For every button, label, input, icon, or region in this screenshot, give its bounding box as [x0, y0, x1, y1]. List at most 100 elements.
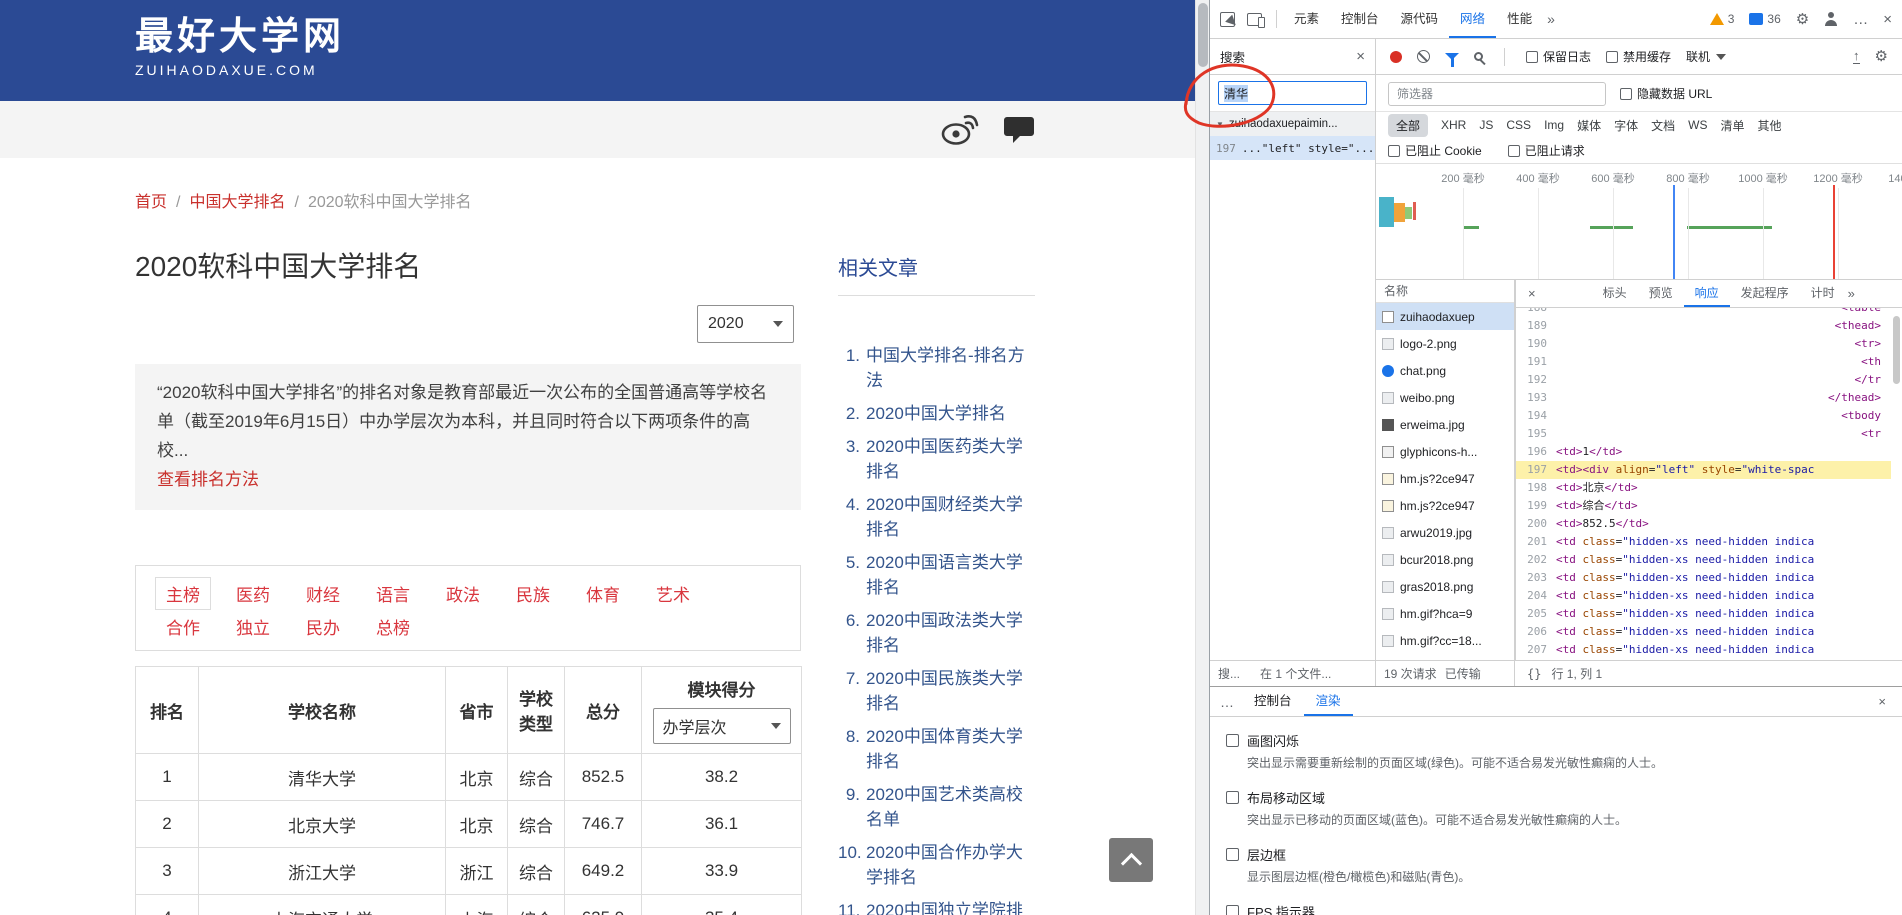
network-request-row[interactable]: zuihaodaxuep: [1376, 303, 1514, 330]
network-request-row[interactable]: arwu2019.jpg: [1376, 519, 1514, 546]
category-tab[interactable]: 医药: [236, 581, 270, 606]
network-request-row[interactable]: gras2018.png: [1376, 573, 1514, 600]
record-icon[interactable]: [1390, 50, 1402, 63]
expand-triangle-icon[interactable]: ▼: [1216, 120, 1224, 129]
network-request-row[interactable]: hm.js?2ce947: [1376, 492, 1514, 519]
filter-chip[interactable]: WS: [1688, 118, 1707, 132]
requests-name-header[interactable]: 名称: [1376, 280, 1514, 303]
preserve-log-checkbox[interactable]: [1526, 50, 1538, 63]
related-article-link[interactable]: 2. 2020中国大学排名: [838, 401, 1035, 426]
close-devtools-icon[interactable]: ×: [1883, 12, 1892, 27]
related-article-link[interactable]: 7. 2020中国民族类大学排名: [838, 666, 1035, 716]
network-request-row[interactable]: chat.png: [1376, 357, 1514, 384]
network-settings-gear-icon[interactable]: ⚙: [1875, 49, 1888, 64]
response-tab[interactable]: 标头: [1592, 280, 1638, 307]
chat-icon[interactable]: [1002, 114, 1036, 146]
filter-chip[interactable]: 字体: [1614, 117, 1638, 134]
close-drawer-icon[interactable]: ×: [1878, 694, 1886, 709]
devtools-tab[interactable]: 控制台: [1330, 0, 1390, 38]
breadcrumb-link[interactable]: 首页: [135, 194, 167, 211]
related-article-link[interactable]: 6. 2020中国政法类大学排名: [838, 608, 1035, 658]
drawer-more-icon[interactable]: …: [1220, 694, 1234, 710]
back-to-top-button[interactable]: [1109, 838, 1153, 882]
search-result-line[interactable]: 197 ..."left" style="...: [1210, 136, 1375, 160]
network-request-row[interactable]: glyphicons-h...: [1376, 438, 1514, 465]
category-tab[interactable]: 政法: [446, 581, 480, 606]
close-search-icon[interactable]: ×: [1356, 49, 1365, 64]
format-icon[interactable]: {}: [1527, 667, 1541, 681]
devtools-tab[interactable]: 性能: [1496, 0, 1543, 38]
filter-chip[interactable]: 文档: [1651, 117, 1675, 134]
search-result-file[interactable]: ▼ zuihaodaxuepaimin...: [1210, 112, 1375, 136]
category-tab[interactable]: 主榜: [155, 577, 211, 610]
filter-chip[interactable]: 媒体: [1577, 117, 1601, 134]
settings-gear-icon[interactable]: ⚙: [1796, 12, 1809, 27]
blocked-cookies-toggle[interactable]: 已阻止 Cookie: [1388, 142, 1482, 159]
devtools-tab[interactable]: 源代码: [1390, 0, 1450, 38]
related-article-link[interactable]: 9. 2020中国艺术类高校名单: [838, 782, 1035, 832]
related-article-link[interactable]: 5. 2020中国语言类大学排名: [838, 550, 1035, 600]
category-tab[interactable]: 民族: [516, 581, 550, 606]
blocked-cookies-checkbox[interactable]: [1388, 144, 1400, 157]
hide-data-urls-checkbox[interactable]: [1620, 87, 1632, 100]
response-tab[interactable]: 预览: [1638, 280, 1684, 307]
filter-chip[interactable]: 清单: [1720, 117, 1744, 134]
network-request-row[interactable]: hm.js?2ce947: [1376, 465, 1514, 492]
rendering-option-checkbox[interactable]: [1226, 791, 1239, 804]
scrollbar-thumb[interactable]: [1198, 3, 1208, 67]
filter-chip[interactable]: 全部: [1388, 113, 1429, 137]
response-scrollbar-thumb[interactable]: [1893, 316, 1900, 384]
ranking-method-link[interactable]: 查看排名方法: [157, 465, 259, 494]
rendering-option-checkbox[interactable]: [1226, 905, 1239, 915]
filter-chip[interactable]: Img: [1544, 118, 1564, 132]
site-logo[interactable]: 最好大学网 ZUIHAODAXUE.COM: [135, 15, 345, 78]
category-tab[interactable]: 民办: [306, 614, 340, 639]
inspect-element-icon[interactable]: [1220, 11, 1235, 27]
network-request-row[interactable]: logo-2.png: [1376, 330, 1514, 357]
breadcrumb-link[interactable]: 中国大学排名: [189, 194, 285, 211]
category-tab[interactable]: 语言: [376, 581, 410, 606]
network-request-row[interactable]: hm.gif?hca=9: [1376, 600, 1514, 627]
search-input[interactable]: 清华: [1218, 81, 1367, 105]
category-tab[interactable]: 合作: [166, 614, 200, 639]
preserve-log-toggle[interactable]: 保留日志: [1526, 48, 1591, 65]
throttling-select[interactable]: 联机: [1686, 48, 1727, 65]
close-details-icon[interactable]: ×: [1528, 286, 1536, 301]
year-select[interactable]: 2020: [697, 305, 794, 343]
response-code-area[interactable]: 188<table189<thead>190<tr>191<th192</tr1…: [1516, 308, 1902, 660]
related-article-link[interactable]: 8. 2020中国体育类大学排名: [838, 724, 1035, 774]
response-tab[interactable]: 响应: [1684, 280, 1730, 307]
filter-chip[interactable]: CSS: [1506, 118, 1531, 132]
page-scrollbar[interactable]: [1195, 0, 1209, 915]
devtools-tab[interactable]: 网络: [1449, 0, 1496, 38]
more-panels-icon[interactable]: »: [1547, 11, 1555, 27]
category-tab[interactable]: 财经: [306, 581, 340, 606]
related-article-link[interactable]: 3. 2020中国医药类大学排名: [838, 434, 1035, 484]
network-request-row[interactable]: bcur2018.png: [1376, 546, 1514, 573]
import-har-icon[interactable]: ↑: [1853, 49, 1860, 64]
network-filter-input[interactable]: 筛选器: [1388, 81, 1606, 106]
issues-badge[interactable]: 36: [1749, 12, 1781, 26]
hide-data-urls-toggle[interactable]: 隐藏数据 URL: [1620, 85, 1712, 102]
filter-chip[interactable]: JS: [1479, 118, 1493, 132]
network-request-row[interactable]: erweima.jpg: [1376, 411, 1514, 438]
warning-badge[interactable]: 3: [1709, 12, 1734, 26]
filter-icon[interactable]: [1445, 53, 1459, 67]
clear-icon[interactable]: [1417, 50, 1430, 63]
related-article-link[interactable]: 10. 2020中国合作办学大学排名: [838, 840, 1035, 890]
devtools-tab[interactable]: 元素: [1283, 0, 1330, 38]
response-scrollbar[interactable]: [1892, 312, 1901, 656]
category-tab[interactable]: 艺术: [656, 581, 690, 606]
drawer-tab[interactable]: 渲染: [1304, 687, 1353, 716]
filter-chip[interactable]: XHR: [1441, 118, 1466, 132]
search-icon[interactable]: [1474, 52, 1483, 61]
more-response-tabs-icon[interactable]: »: [1848, 286, 1855, 301]
filter-chip[interactable]: 其他: [1757, 117, 1781, 134]
network-timeline[interactable]: 200 毫秒 400 毫秒 600 毫秒 800 毫秒 1000 毫秒 1200 毫秒 14…: [1376, 165, 1902, 280]
blocked-requests-checkbox[interactable]: [1507, 144, 1520, 157]
category-tab[interactable]: 总榜: [376, 614, 410, 639]
related-article-link[interactable]: 4. 2020中国财经类大学排名: [838, 492, 1035, 542]
blocked-requests-toggle[interactable]: 已阻止请求: [1507, 142, 1585, 159]
device-toolbar-icon[interactable]: [1247, 12, 1265, 28]
module-select[interactable]: 办学层次: [652, 708, 791, 744]
